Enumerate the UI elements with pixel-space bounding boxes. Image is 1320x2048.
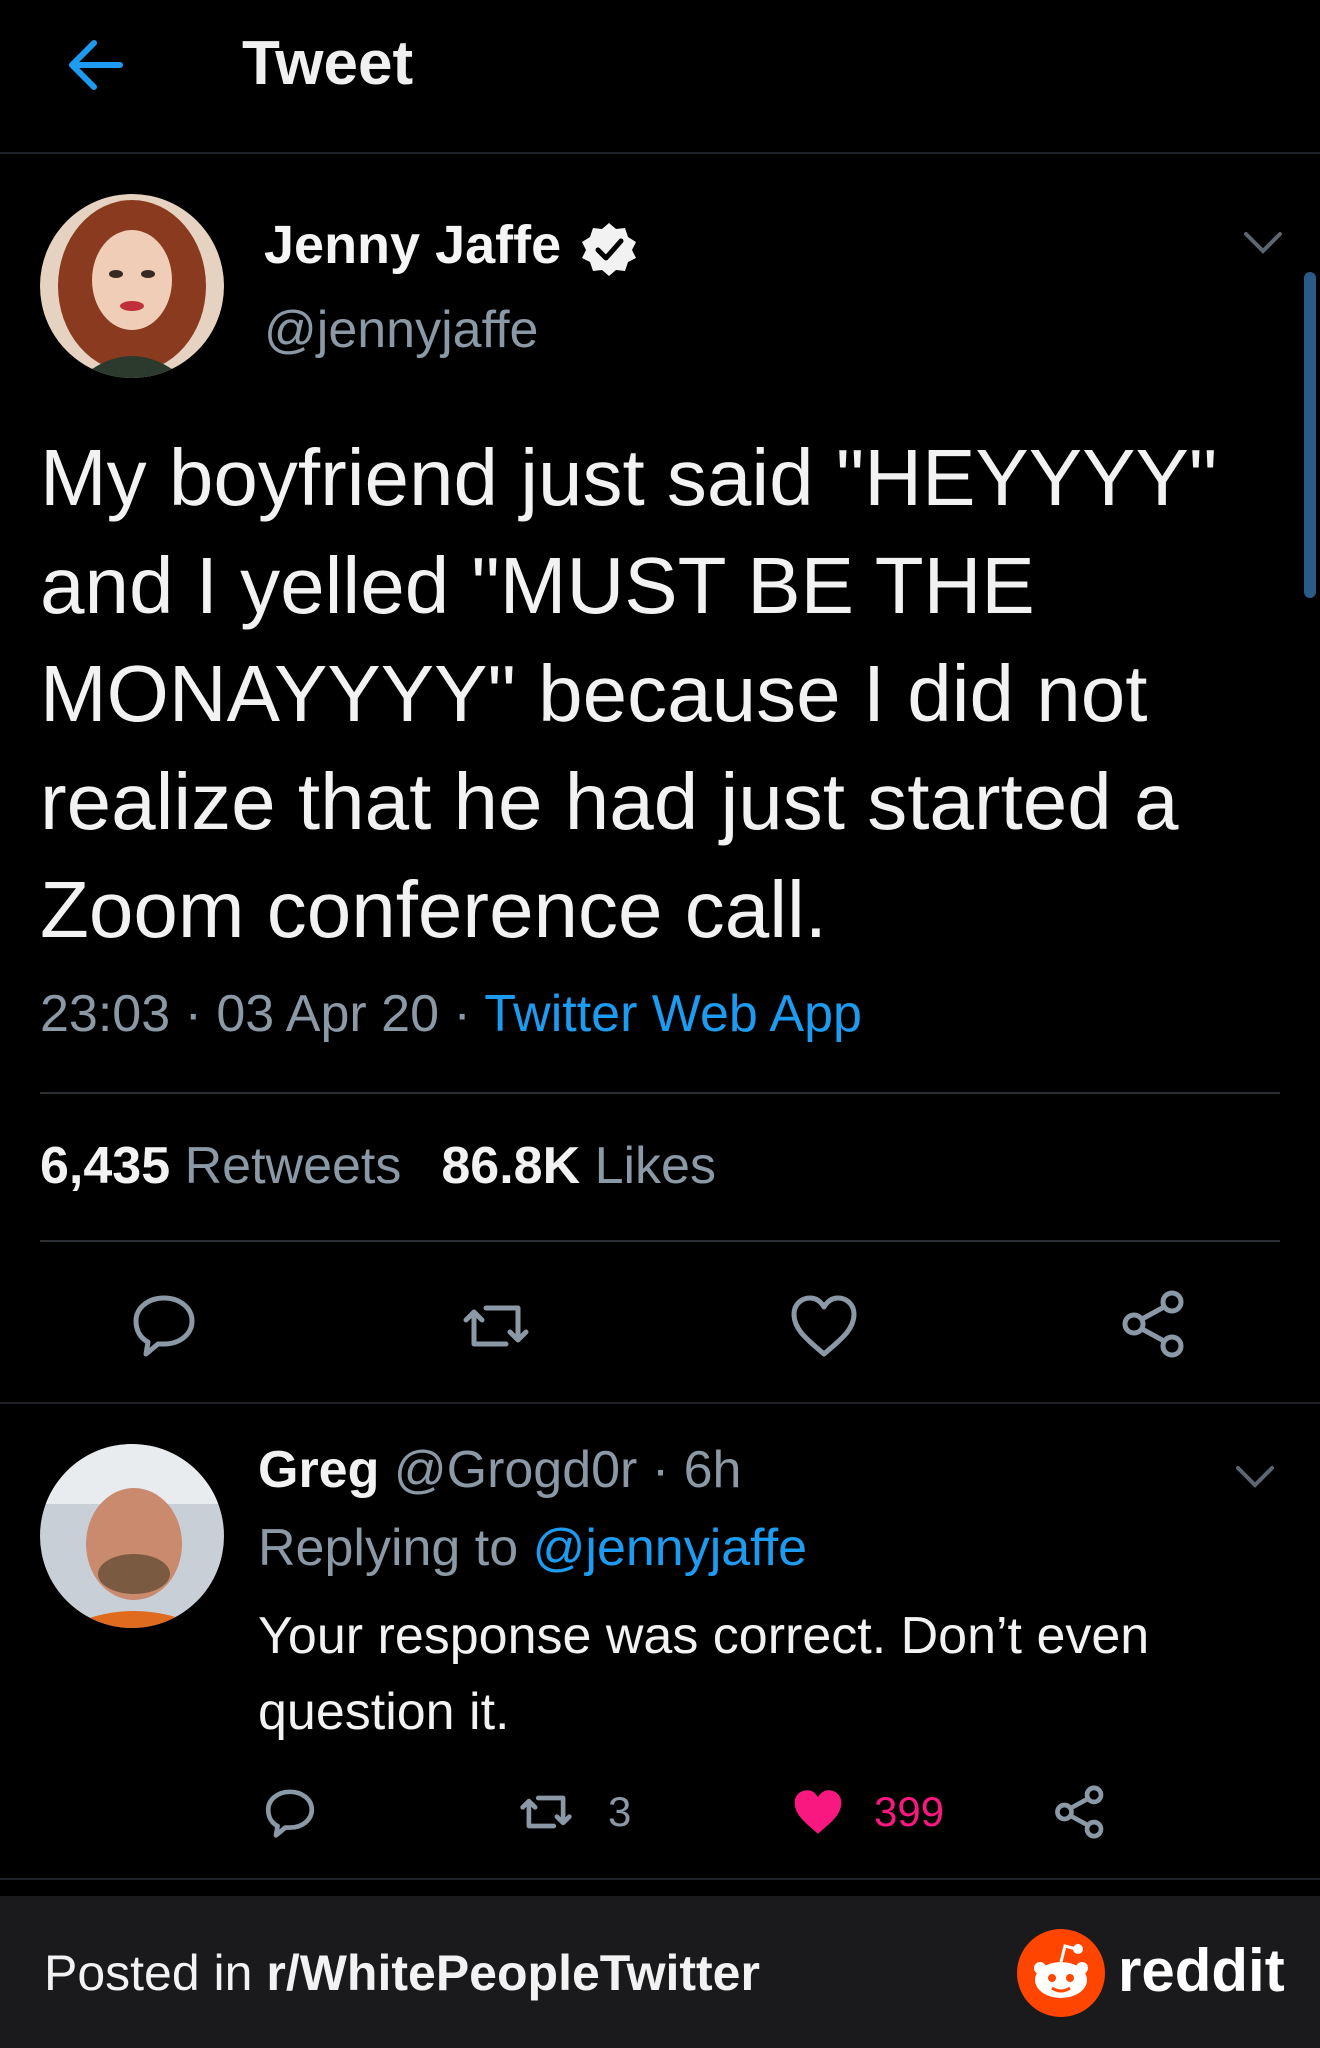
divider [40, 1240, 1280, 1242]
share-icon[interactable] [1052, 1784, 1108, 1840]
tweet-stats: 6,435 Retweets 86.8K Likes [40, 1136, 716, 1196]
reply-text: Your response was correct. Don’t even qu… [258, 1607, 1150, 1741]
share-icon[interactable] [1118, 1288, 1190, 1360]
scrollbar[interactable] [1304, 272, 1316, 598]
reddit-wordmark[interactable]: reddit [1118, 1936, 1285, 2005]
retweet-icon[interactable] [460, 1290, 532, 1362]
reply-like-count: 399 [874, 1788, 945, 1835]
retweets-stat[interactable]: 6,435 Retweets [40, 1137, 401, 1195]
retweet-icon[interactable] [518, 1784, 574, 1840]
divider [0, 1402, 1320, 1404]
reply-icon[interactable] [262, 1784, 318, 1840]
tweet-text: My boyfriend just said "HEYYYY" and I ye… [40, 433, 1218, 954]
reply-avatar[interactable] [40, 1444, 224, 1628]
tweet-time: 23:03 [40, 985, 171, 1043]
posted-in-label: Posted in [44, 1945, 253, 2001]
chevron-down-icon[interactable] [1240, 228, 1286, 258]
subreddit-link[interactable]: r/WhitePeopleTwitter [266, 1945, 760, 2001]
like-heart-icon[interactable] [788, 1290, 860, 1362]
reddit-logo-icon[interactable] [1016, 1928, 1106, 2018]
author-name[interactable]: Jenny Jaffe [264, 214, 561, 276]
reply-author-handle[interactable]: @Grogd0r [394, 1441, 638, 1499]
replying-to-label: Replying to [258, 1519, 519, 1577]
like-heart-filled-icon[interactable] [790, 1784, 846, 1840]
separator: · [651, 1441, 684, 1499]
replying-to: Replying to @jennyjaffe [258, 1518, 807, 1578]
top-bar [0, 0, 1320, 154]
divider [40, 1092, 1280, 1094]
author-handle[interactable]: @jennyjaffe [264, 300, 538, 360]
tweet-meta: 23:03 · 03 Apr 20 · Twitter Web App [40, 984, 862, 1044]
tweet-source-link[interactable]: Twitter Web App [484, 985, 862, 1043]
page-title: Tweet [242, 29, 414, 98]
reply-header: Greg @Grogd0r · 6h [258, 1440, 741, 1500]
divider [0, 1878, 1320, 1880]
back-arrow-icon[interactable] [60, 30, 130, 100]
verified-badge-icon [582, 223, 636, 276]
separator: · [453, 985, 485, 1043]
separator: · [184, 985, 217, 1043]
reply-age: 6h [683, 1441, 742, 1499]
likes-stat[interactable]: 86.8K Likes [441, 1137, 716, 1195]
reply-author-name[interactable]: Greg [258, 1441, 379, 1499]
reply-retweet-count: 3 [608, 1788, 632, 1835]
reply-icon[interactable] [128, 1288, 200, 1360]
author-avatar[interactable] [40, 194, 224, 378]
replying-to-mention[interactable]: @jennyjaffe [533, 1519, 807, 1577]
chevron-down-icon[interactable] [1232, 1462, 1278, 1492]
tweet-date: 03 Apr 20 [216, 985, 439, 1043]
posted-in: Posted in r/WhitePeopleTwitter [44, 1944, 760, 2002]
